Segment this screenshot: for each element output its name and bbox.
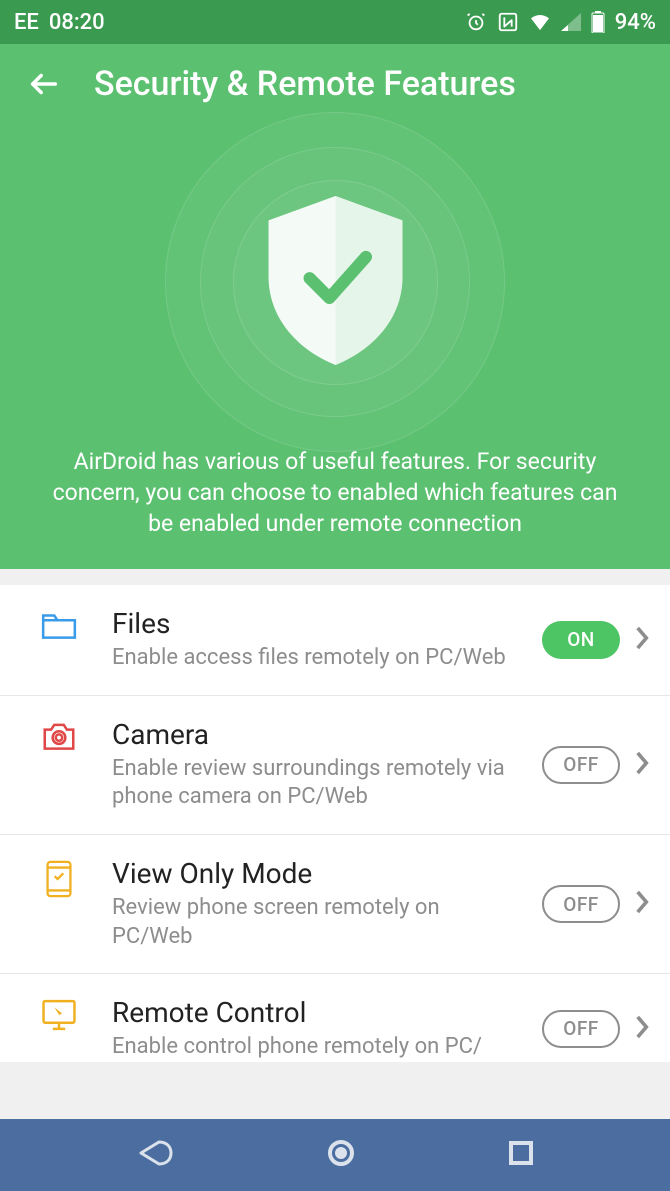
nav-recent-button[interactable]	[507, 1139, 535, 1171]
back-button[interactable]	[24, 64, 64, 104]
hero-graphic	[0, 114, 670, 440]
toggle-files[interactable]: ON	[542, 621, 620, 659]
nav-back-button[interactable]	[135, 1138, 175, 1172]
status-bar: EE 08:20	[0, 0, 670, 44]
remote-control-icon	[38, 998, 80, 1032]
toggle-camera[interactable]: OFF	[542, 746, 620, 784]
header-description: AirDroid has various of useful features.…	[0, 440, 670, 539]
nfc-icon	[497, 11, 519, 33]
setting-desc: Enable access files remotely on PC/Web	[112, 644, 524, 673]
chevron-right-icon	[634, 1014, 650, 1044]
toggle-view-only[interactable]: OFF	[542, 885, 620, 923]
alarm-icon	[465, 11, 487, 33]
settings-list: Files Enable access files remotely on PC…	[0, 585, 670, 1062]
wifi-icon	[529, 13, 551, 31]
clock-label: 08:20	[49, 10, 105, 35]
setting-title: View Only Mode	[112, 857, 524, 890]
toggle-remote-control[interactable]: OFF	[542, 1010, 620, 1048]
page-title: Security & Remote Features	[94, 64, 516, 104]
chevron-right-icon	[634, 889, 650, 919]
carrier-label: EE	[14, 10, 39, 35]
battery-percent: 94%	[615, 10, 656, 35]
signal-icon	[561, 13, 581, 31]
chevron-right-icon	[634, 625, 650, 655]
setting-title: Files	[112, 607, 524, 640]
setting-title: Camera	[112, 718, 524, 751]
setting-row-files[interactable]: Files Enable access files remotely on PC…	[0, 585, 670, 696]
shield-check-icon	[258, 193, 413, 372]
setting-row-camera[interactable]: Camera Enable review surroundings remote…	[0, 696, 670, 835]
chevron-right-icon	[634, 750, 650, 780]
android-nav-bar	[0, 1119, 670, 1191]
setting-row-remote-control[interactable]: Remote Control Enable control phone remo…	[0, 974, 670, 1062]
setting-title: Remote Control	[112, 996, 524, 1029]
setting-desc: Enable control phone remotely on PC/	[112, 1033, 524, 1062]
nav-home-button[interactable]	[325, 1137, 357, 1173]
battery-icon	[591, 11, 605, 33]
setting-desc: Enable review surroundings remotely via …	[112, 755, 524, 812]
camera-icon	[38, 720, 80, 752]
setting-row-view-only[interactable]: View Only Mode Review phone screen remot…	[0, 835, 670, 974]
setting-desc: Review phone screen remotely on PC/Web	[112, 894, 524, 951]
folder-icon	[38, 609, 80, 641]
app-header: Security & Remote Features AirDroid has …	[0, 44, 670, 569]
phone-view-icon	[38, 859, 80, 899]
